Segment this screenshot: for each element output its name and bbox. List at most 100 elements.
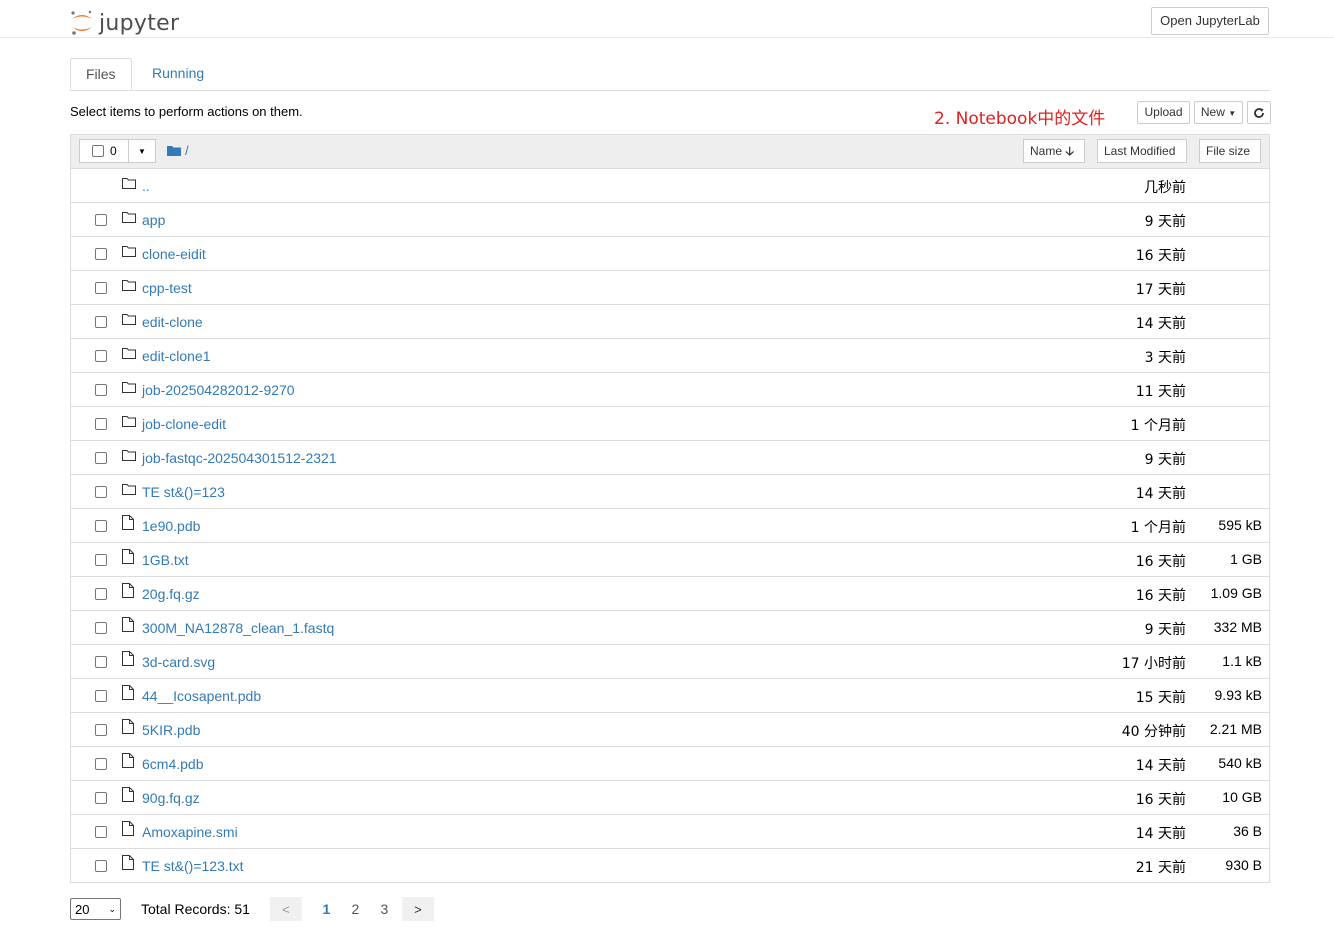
file-link[interactable]: TE st&()=123.txt bbox=[142, 858, 244, 874]
row-checkbox[interactable] bbox=[95, 724, 107, 736]
sort-by-last-modified-button[interactable]: Last Modified bbox=[1097, 139, 1187, 163]
list-item[interactable]: edit-clone 14 天前 bbox=[71, 305, 1269, 339]
next-page-button[interactable]: > bbox=[401, 897, 434, 921]
page-2-button[interactable]: 2 bbox=[341, 901, 370, 917]
file-link[interactable]: 3d-card.svg bbox=[142, 654, 215, 670]
list-item[interactable]: job-fastqc-202504301512-2321 9 天前 bbox=[71, 441, 1269, 475]
folder-link[interactable]: job-clone-edit bbox=[142, 416, 226, 432]
refresh-button[interactable] bbox=[1247, 101, 1271, 124]
row-checkbox[interactable] bbox=[95, 792, 107, 804]
last-modified: 15 天前 bbox=[1135, 690, 1186, 706]
file-link[interactable]: 20g.fq.gz bbox=[142, 586, 200, 602]
row-checkbox[interactable] bbox=[95, 656, 107, 668]
row-checkbox[interactable] bbox=[95, 282, 107, 294]
list-item[interactable]: clone-eidit 16 天前 bbox=[71, 237, 1269, 271]
select-all-box[interactable]: 0 bbox=[79, 139, 129, 163]
open-jupyterlab-button[interactable]: Open JupyterLab bbox=[1151, 7, 1269, 35]
last-modified: 3 天前 bbox=[1144, 350, 1186, 366]
folder-link[interactable]: job-fastqc-202504301512-2321 bbox=[142, 450, 337, 466]
last-modified: 1 个月前 bbox=[1130, 418, 1186, 434]
page-3-button[interactable]: 3 bbox=[370, 901, 399, 917]
last-modified: 9 天前 bbox=[1144, 452, 1186, 468]
file-link[interactable]: 1e90.pdb bbox=[142, 518, 200, 534]
list-item[interactable]: 1GB.txt 16 天前 1 GB bbox=[71, 543, 1269, 577]
sort-by-name-button[interactable]: Name 🡣 bbox=[1023, 139, 1085, 163]
list-item[interactable]: 6cm4.pdb 14 天前 540 kB bbox=[71, 747, 1269, 781]
row-checkbox[interactable] bbox=[95, 826, 107, 838]
folder-link[interactable]: edit-clone bbox=[142, 314, 203, 330]
row-checkbox[interactable] bbox=[95, 452, 107, 464]
row-checkbox[interactable] bbox=[95, 758, 107, 770]
last-modified: 14 天前 bbox=[1135, 826, 1186, 842]
row-checkbox[interactable] bbox=[95, 384, 107, 396]
jupyter-logo[interactable]: jupyter bbox=[70, 8, 179, 38]
sort-by-file-size-button[interactable]: File size bbox=[1199, 139, 1261, 163]
list-item[interactable]: Amoxapine.smi 14 天前 36 B bbox=[71, 815, 1269, 849]
row-checkbox[interactable] bbox=[95, 214, 107, 226]
list-item[interactable]: 20g.fq.gz 16 天前 1.09 GB bbox=[71, 577, 1269, 611]
list-item[interactable]: 5KIR.pdb 40 分钟前 2.21 MB bbox=[71, 713, 1269, 747]
row-checkbox[interactable] bbox=[95, 690, 107, 702]
list-item[interactable]: TE st&()=123 14 天前 bbox=[71, 475, 1269, 509]
last-modified: 14 天前 bbox=[1135, 316, 1186, 332]
folder-link[interactable]: clone-eidit bbox=[142, 246, 206, 262]
row-checkbox[interactable] bbox=[95, 622, 107, 634]
list-item[interactable]: 44__Icosapent.pdb 15 天前 9.93 kB bbox=[71, 679, 1269, 713]
row-checkbox[interactable] bbox=[95, 350, 107, 362]
list-item[interactable]: 1e90.pdb 1 个月前 595 kB bbox=[71, 509, 1269, 543]
select-all-checkbox[interactable] bbox=[92, 145, 104, 157]
folder-outline-icon bbox=[122, 280, 136, 291]
page-size-value: 20 bbox=[75, 901, 90, 917]
file-rows: app 9 天前 clone-eidit 16 天前 cpp-test 17 天前 edit… bbox=[71, 203, 1269, 882]
last-modified: 16 天前 bbox=[1135, 588, 1186, 604]
file-link[interactable]: 5KIR.pdb bbox=[142, 722, 200, 738]
file-link[interactable]: 44__Icosapent.pdb bbox=[142, 688, 261, 704]
folder-link[interactable]: edit-clone1 bbox=[142, 348, 211, 364]
list-item[interactable]: 3d-card.svg 17 小时前 1.1 kB bbox=[71, 645, 1269, 679]
parent-directory-row[interactable]: .. 几秒前 bbox=[71, 169, 1269, 203]
list-item[interactable]: 300M_NA12878_clean_1.fastq 9 天前 332 MB bbox=[71, 611, 1269, 645]
new-button[interactable]: New ▼ bbox=[1194, 101, 1243, 124]
row-checkbox[interactable] bbox=[95, 418, 107, 430]
list-item[interactable]: edit-clone1 3 天前 bbox=[71, 339, 1269, 373]
breadcrumb-path[interactable]: / bbox=[185, 143, 189, 158]
row-checkbox[interactable] bbox=[95, 554, 107, 566]
file-link[interactable]: 1GB.txt bbox=[142, 552, 189, 568]
tab-running[interactable]: Running bbox=[137, 58, 219, 90]
parent-directory-link[interactable]: .. bbox=[142, 178, 150, 194]
file-size: 9.93 kB bbox=[1214, 687, 1262, 703]
list-item[interactable]: app 9 天前 bbox=[71, 203, 1269, 237]
file-link[interactable]: 90g.fq.gz bbox=[142, 790, 200, 806]
file-link[interactable]: 300M_NA12878_clean_1.fastq bbox=[142, 620, 334, 636]
upload-button[interactable]: Upload bbox=[1137, 101, 1190, 124]
row-checkbox[interactable] bbox=[95, 588, 107, 600]
folder-outline-icon bbox=[122, 450, 136, 461]
list-item[interactable]: job-202504282012-9270 11 天前 bbox=[71, 373, 1269, 407]
page-1-button[interactable]: 1 bbox=[312, 901, 341, 917]
file-link[interactable]: 6cm4.pdb bbox=[142, 756, 203, 772]
list-item[interactable]: job-clone-edit 1 个月前 bbox=[71, 407, 1269, 441]
list-item[interactable]: 90g.fq.gz 16 天前 10 GB bbox=[71, 781, 1269, 815]
folder-link[interactable]: app bbox=[142, 212, 165, 228]
last-modified: 16 天前 bbox=[1135, 248, 1186, 264]
folder-link[interactable]: cpp-test bbox=[142, 280, 192, 296]
last-modified: 17 天前 bbox=[1135, 282, 1186, 298]
folder-link[interactable]: job-202504282012-9270 bbox=[142, 382, 295, 398]
file-link[interactable]: Amoxapine.smi bbox=[142, 824, 238, 840]
folder-outline-icon bbox=[122, 246, 136, 257]
prev-page-button[interactable]: < bbox=[269, 897, 302, 921]
row-checkbox[interactable] bbox=[95, 860, 107, 872]
list-item[interactable]: TE st&()=123.txt 21 天前 930 B bbox=[71, 849, 1269, 882]
tab-files[interactable]: Files bbox=[70, 58, 132, 90]
annotation-label: 2. Notebook中的文件 bbox=[934, 109, 1106, 129]
last-modified: 9 天前 bbox=[1144, 214, 1186, 230]
select-dropdown-button[interactable]: ▼ bbox=[129, 139, 156, 163]
row-checkbox[interactable] bbox=[95, 316, 107, 328]
row-checkbox[interactable] bbox=[95, 486, 107, 498]
page-size-select[interactable]: 20 ⌄ bbox=[70, 898, 121, 920]
folder-link[interactable]: TE st&()=123 bbox=[142, 484, 225, 500]
row-checkbox[interactable] bbox=[95, 520, 107, 532]
list-item[interactable]: cpp-test 17 天前 bbox=[71, 271, 1269, 305]
row-checkbox[interactable] bbox=[95, 248, 107, 260]
folder-icon[interactable] bbox=[167, 145, 181, 156]
